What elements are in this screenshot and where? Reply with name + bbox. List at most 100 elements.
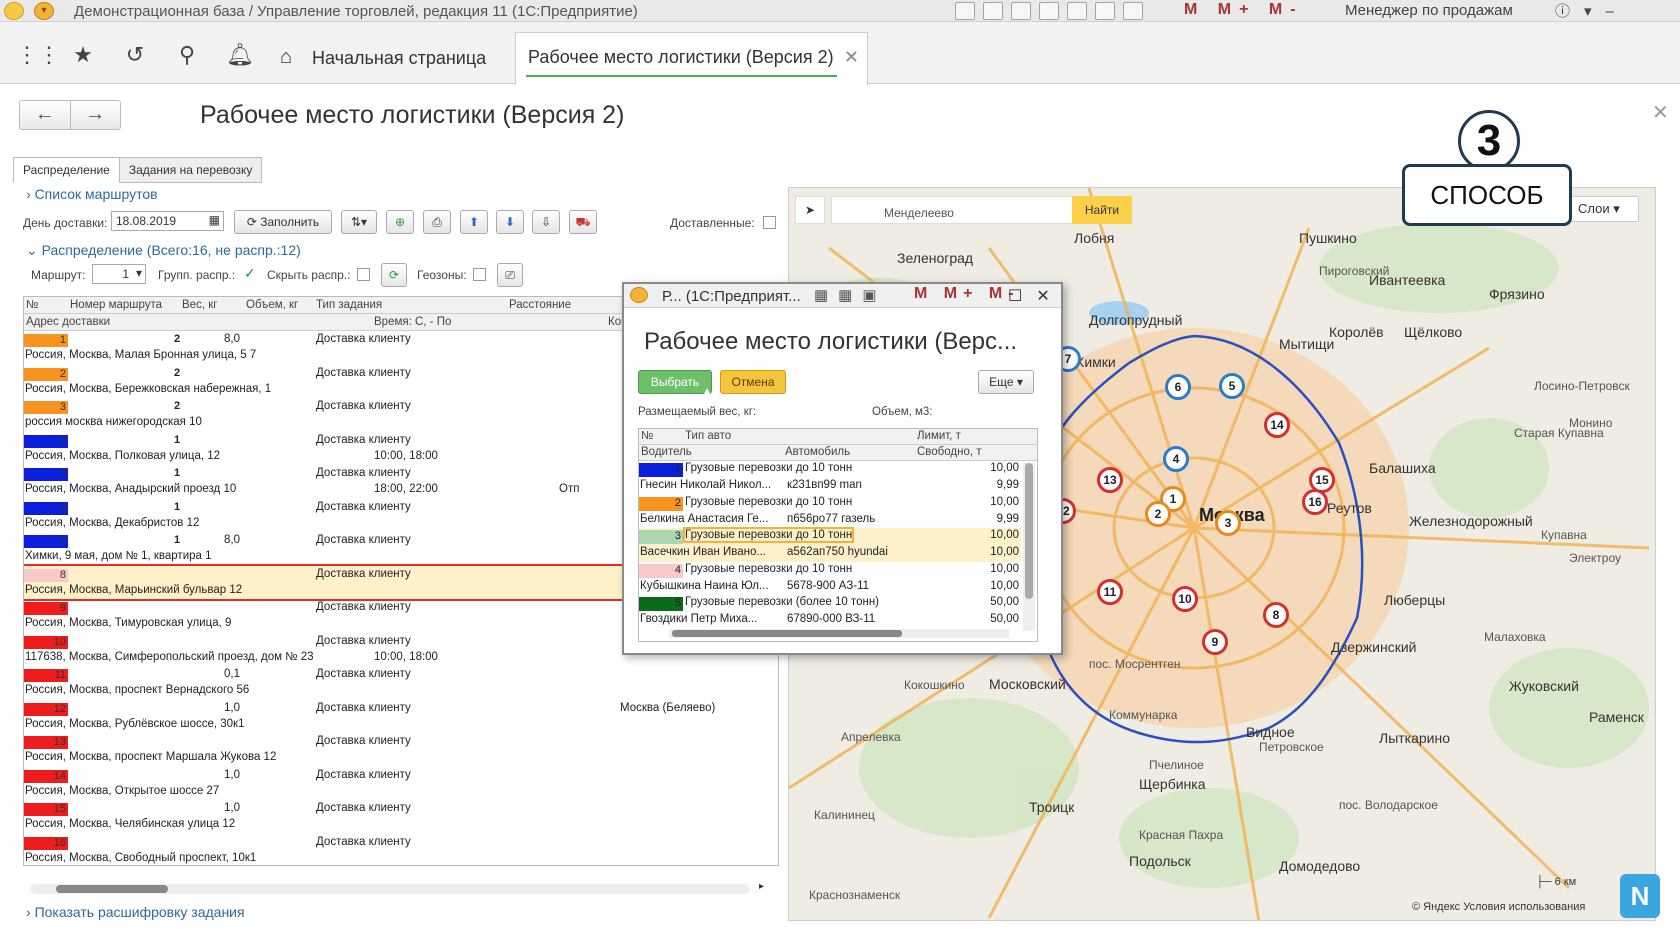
row-type: Доставка клиенту xyxy=(316,802,411,814)
table-row[interactable]: 15 1,0 Доставка клиенту Россия, Москва, Чел… xyxy=(24,800,778,834)
tab-home[interactable]: ⌂ Начальная страница xyxy=(268,32,506,84)
delivered-checkbox[interactable] xyxy=(763,216,776,229)
col-weight[interactable]: Вес, кг xyxy=(182,299,217,311)
refresh-button[interactable]: ⟳ xyxy=(381,263,407,287)
dialog-memory-buttons[interactable]: M M+ M- xyxy=(914,285,1020,303)
decode-task-link[interactable]: › Показать расшифровку задания xyxy=(26,904,245,920)
geozones-checkbox[interactable] xyxy=(473,268,486,281)
hide-distribution-checkbox[interactable] xyxy=(357,268,370,281)
move-up-button[interactable]: ⬆ xyxy=(460,210,488,234)
dialog-window-controls[interactable]: ☐✕ xyxy=(1008,286,1064,306)
distribution-section-header[interactable]: ⌄ Распределение (Всего:16, не распр.:12) xyxy=(26,242,301,259)
map-pin-icon[interactable]: 16 xyxy=(1302,489,1328,515)
map-pin-icon[interactable]: 11 xyxy=(1097,579,1123,605)
sort-button[interactable]: ⇅▾ xyxy=(341,210,377,234)
bell-icon[interactable]: 🔔︎ xyxy=(226,42,254,68)
table-horizontal-scrollbar[interactable]: ▸ xyxy=(30,881,764,894)
map-pin-icon[interactable]: 2 xyxy=(1145,501,1171,527)
row-type: Доставка клиенту xyxy=(316,567,411,580)
routes-section-header[interactable]: › Список маршрутов xyxy=(26,186,158,202)
vehicle-row[interactable]: 1 Грузовые перевозки до 10 тонн 10,00 Гнеси… xyxy=(639,461,1021,495)
add-button[interactable]: ⊕ xyxy=(386,210,414,234)
vehicle-row[interactable]: 5 Грузовые перевозки (более 10 тонн) 50,00… xyxy=(639,595,1021,629)
fill-button[interactable]: ⟳ Заполнить xyxy=(234,210,332,234)
vcol-type[interactable]: Тип авто xyxy=(685,430,731,442)
col-num[interactable]: № xyxy=(26,299,38,311)
history-icon[interactable]: ↺ xyxy=(122,42,148,68)
truck-button[interactable]: ⛟ xyxy=(569,210,597,234)
vehicle-scroll-thumb[interactable] xyxy=(1025,463,1033,599)
calculator-icon[interactable] xyxy=(1095,2,1115,20)
cancel-button[interactable]: Отмена xyxy=(720,370,786,394)
tab-transport-tasks[interactable]: Задания на перевозку xyxy=(118,157,263,183)
vcol-num[interactable]: № xyxy=(641,430,653,442)
close-tab-icon[interactable]: ✕ xyxy=(844,47,859,68)
vehicle-row[interactable]: 2 Грузовые перевозки до 10 тонн 10,00 Белки… xyxy=(639,495,1021,529)
map-pin-icon[interactable]: 6 xyxy=(1165,374,1191,400)
map-pin-icon[interactable]: 9 xyxy=(1202,629,1228,655)
close-form-icon[interactable]: ✕ xyxy=(1652,100,1669,125)
table-row[interactable]: 13 Доставка клиенту Россия, Москва, проспе… xyxy=(24,733,778,767)
more-button[interactable]: Еще ▾ xyxy=(978,370,1034,394)
vcol-limit[interactable]: Лимит, т xyxy=(917,430,961,442)
preview-icon[interactable] xyxy=(1011,2,1031,20)
route-dropdown-icon[interactable]: ▾ xyxy=(136,266,142,280)
table-row[interactable]: 14 1,0 Доставка клиенту Россия, Москва, Отк… xyxy=(24,767,778,801)
search-icon[interactable]: ⚲ xyxy=(174,42,200,68)
table-row[interactable]: 16 Доставка клиенту Россия, Москва, Свобод… xyxy=(24,834,778,866)
table-row[interactable]: 11 0,1 Доставка клиенту Россия, Москва, про… xyxy=(24,666,778,700)
col-distance[interactable]: Расстояние xyxy=(509,299,571,311)
dialog-tool-icons[interactable]: ▦▦▣ xyxy=(814,286,887,304)
save-icon[interactable] xyxy=(955,2,975,20)
map-pin-icon[interactable]: 8 xyxy=(1263,602,1289,628)
col-volume[interactable]: Объем, кг xyxy=(246,299,298,311)
assign-button[interactable]: ⇩ xyxy=(532,210,560,234)
map-copyright[interactable]: © Яндекс Условия использования xyxy=(1412,901,1585,913)
map-pin-icon[interactable]: 13 xyxy=(1097,467,1123,493)
col-task-type[interactable]: Тип задания xyxy=(316,299,382,311)
group-distribution-checkbox[interactable]: ✓ xyxy=(244,266,257,280)
map-geolocation-icon[interactable]: ➤ xyxy=(795,196,825,224)
calendar-picker-icon[interactable]: ▦ xyxy=(209,213,220,227)
vcol-driver[interactable]: Водитель xyxy=(641,446,692,458)
map-pin-icon[interactable]: 14 xyxy=(1264,412,1290,438)
tab-distribution[interactable]: Распределение xyxy=(13,157,120,183)
map-pin-icon[interactable]: 4 xyxy=(1163,446,1189,472)
map-pin-icon[interactable]: 3 xyxy=(1215,510,1241,536)
col-route-number[interactable]: Номер маршрута xyxy=(70,299,162,311)
vcol-free[interactable]: Свободно, т xyxy=(917,446,982,458)
vehicle-row[interactable]: 3 Грузовые перевозки до 10 тонн 10,00 Васеч… xyxy=(639,527,1021,562)
print-button[interactable]: ⎙ xyxy=(423,210,451,234)
tab-logistics[interactable]: Рабочее место логистики (Версия 2) ✕ xyxy=(515,32,868,85)
map-pin-icon[interactable]: 10 xyxy=(1172,586,1198,612)
map-layers-button[interactable]: Слои ▾ xyxy=(1569,196,1639,222)
map-find-button[interactable]: Найти xyxy=(1072,196,1132,224)
scroll-right-icon[interactable]: ▸ xyxy=(759,881,764,892)
memory-buttons[interactable]: M M+ M- xyxy=(1184,1,1304,19)
vehicle-limit: 10,00 xyxy=(990,562,1019,575)
table-row[interactable]: 12 1,0 Доставка клиенту Москва (Беляево) Рос… xyxy=(24,700,778,734)
delivery-date-input[interactable]: 18.08.2019 ▦ xyxy=(111,211,224,231)
map-pin-icon[interactable]: 5 xyxy=(1219,373,1245,399)
col-address[interactable]: Адрес доставки xyxy=(26,316,110,328)
vehicle-horizontal-scrollbar[interactable] xyxy=(669,629,1009,638)
scrollbar-thumb[interactable] xyxy=(56,885,168,893)
vehicle-vertical-scrollbar[interactable] xyxy=(1023,463,1035,631)
current-user[interactable]: Менеджер по продажам xyxy=(1345,2,1513,19)
menu-dropdown-icon[interactable]: ▾ xyxy=(34,2,54,20)
col-time[interactable]: Время: С, - По xyxy=(374,316,451,328)
favorites-star-icon[interactable]: ★ xyxy=(70,42,96,68)
mail-icon[interactable] xyxy=(1067,2,1087,20)
forward-arrow-icon[interactable]: → xyxy=(71,101,121,129)
vehicle-hscroll-thumb[interactable] xyxy=(672,630,902,637)
back-arrow-icon[interactable]: ← xyxy=(20,101,71,129)
geozone-settings-button[interactable]: ⎚ xyxy=(497,263,523,287)
export-icon[interactable] xyxy=(1039,2,1059,20)
calendar-icon[interactable] xyxy=(1123,2,1143,20)
apps-grid-icon[interactable]: ⋮⋮ xyxy=(16,42,60,68)
move-down-button[interactable]: ⬇ xyxy=(496,210,524,234)
route-input[interactable]: 1 ▾ xyxy=(92,264,146,284)
print-icon[interactable] xyxy=(983,2,1003,20)
vcol-car[interactable]: Автомобиль xyxy=(785,446,850,458)
vehicle-row[interactable]: 4 Грузовые перевозки до 10 тонн 10,00 Кубыш… xyxy=(639,562,1021,596)
